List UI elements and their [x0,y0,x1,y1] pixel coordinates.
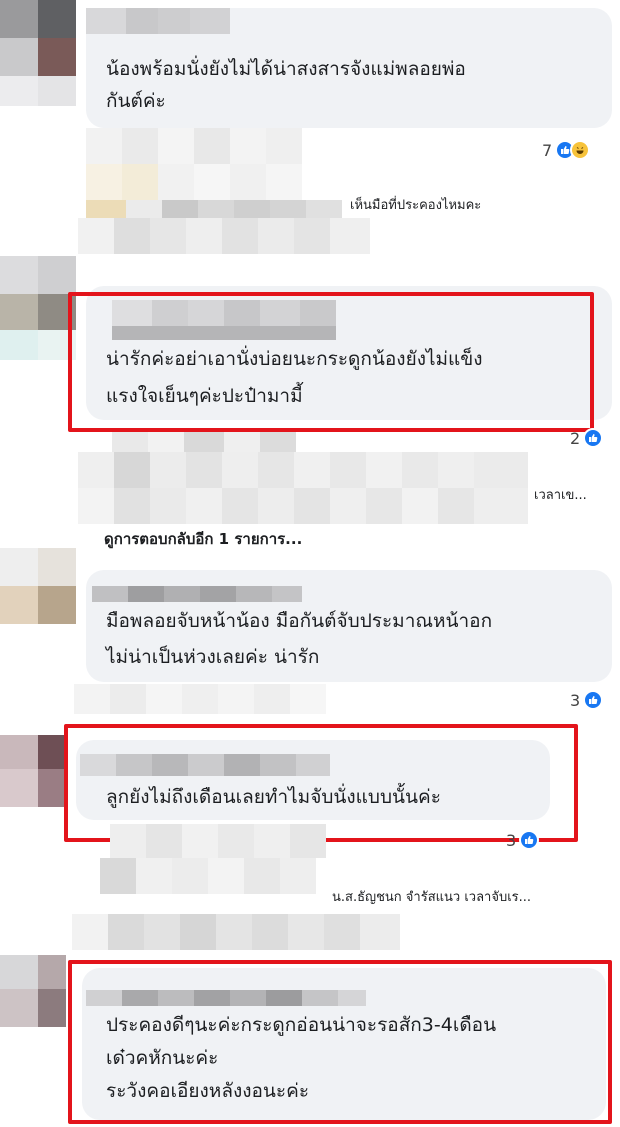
like-icon [583,428,604,448]
reply-preview-text[interactable]: เห็นมือที่ประคองไหมคะ [350,194,481,215]
reaction-summary[interactable]: 2 [570,428,604,448]
reaction-count: 2 [570,428,581,448]
highlight-box [68,292,594,432]
haha-icon [570,140,591,160]
reply-preview-text[interactable]: น.ส.ธัญชนก จำรัสแนว เวลาจับเร... [332,886,531,907]
comment-text: ไม่น่าเป็นห่วงเลยค่ะ น่ารัก [106,646,320,668]
reaction-count: 3 [570,690,581,710]
like-icon [583,690,604,710]
reaction-summary[interactable]: 7 [542,140,591,160]
like-icon [519,830,540,850]
view-more-replies-link[interactable]: ดูการตอบกลับอีก 1 รายการ... [104,527,302,551]
highlight-box [68,960,612,1124]
reaction-count: 7 [542,140,553,160]
comment-text: น้องพร้อมนั่งยังไม่ได้น่าสงสารจังแม่พลอย… [106,58,466,80]
reaction-count: 3 [506,830,517,850]
reply-preview-text[interactable]: เวลาเข... [534,484,587,505]
comment-text: มือพลอยจับหน้าน้อง มือกันต์จับประมาณหน้า… [106,610,493,632]
reaction-summary[interactable]: 3 [570,690,604,710]
reaction-summary[interactable]: 3 [506,830,540,850]
comment-text: กันต์ค่ะ [106,90,166,112]
